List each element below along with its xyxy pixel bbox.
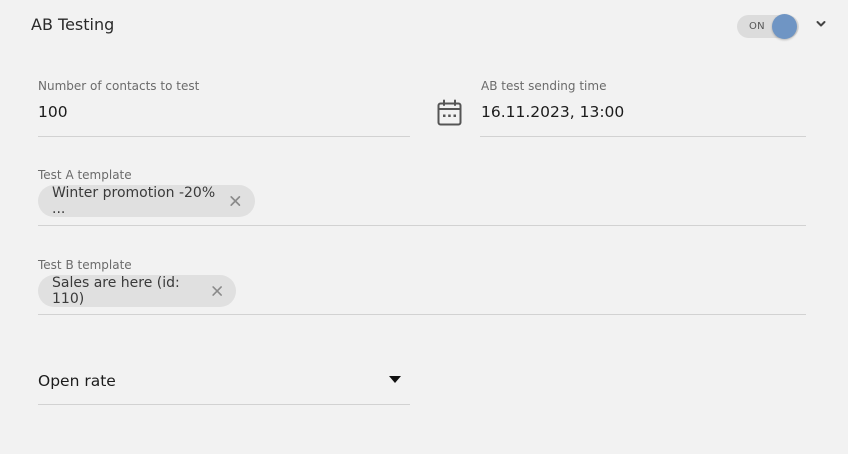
close-icon[interactable] (228, 193, 243, 209)
test-a-underline (38, 225, 806, 226)
ab-testing-toggle[interactable]: ON (737, 14, 799, 39)
contacts-underline (38, 136, 410, 137)
metric-select[interactable]: Open rate (38, 371, 116, 391)
sending-time-label: AB test sending time (481, 79, 607, 93)
test-a-label: Test A template (38, 168, 132, 182)
caret-down-icon[interactable] (389, 376, 401, 383)
test-b-chip: Sales are here (id: 110) (38, 275, 236, 307)
chevron-down-icon[interactable] (813, 16, 829, 32)
test-b-label: Test B template (38, 258, 132, 272)
calendar-icon[interactable] (437, 99, 462, 126)
close-icon[interactable] (210, 283, 224, 299)
sending-time-underline (480, 136, 806, 137)
section-title: AB Testing (31, 15, 115, 34)
test-a-chip-text: Winter promotion -20% ... (52, 185, 216, 217)
sending-time-input[interactable]: 16.11.2023, 13:00 (481, 102, 624, 122)
contacts-input[interactable]: 100 (38, 102, 68, 122)
contacts-label: Number of contacts to test (38, 79, 200, 93)
metric-underline (38, 404, 410, 405)
test-b-underline (38, 314, 806, 315)
toggle-label: ON (749, 21, 765, 32)
toggle-knob[interactable] (772, 14, 797, 39)
test-b-chip-text: Sales are here (id: 110) (52, 275, 180, 307)
test-a-chip: Winter promotion -20% ... (38, 185, 255, 217)
